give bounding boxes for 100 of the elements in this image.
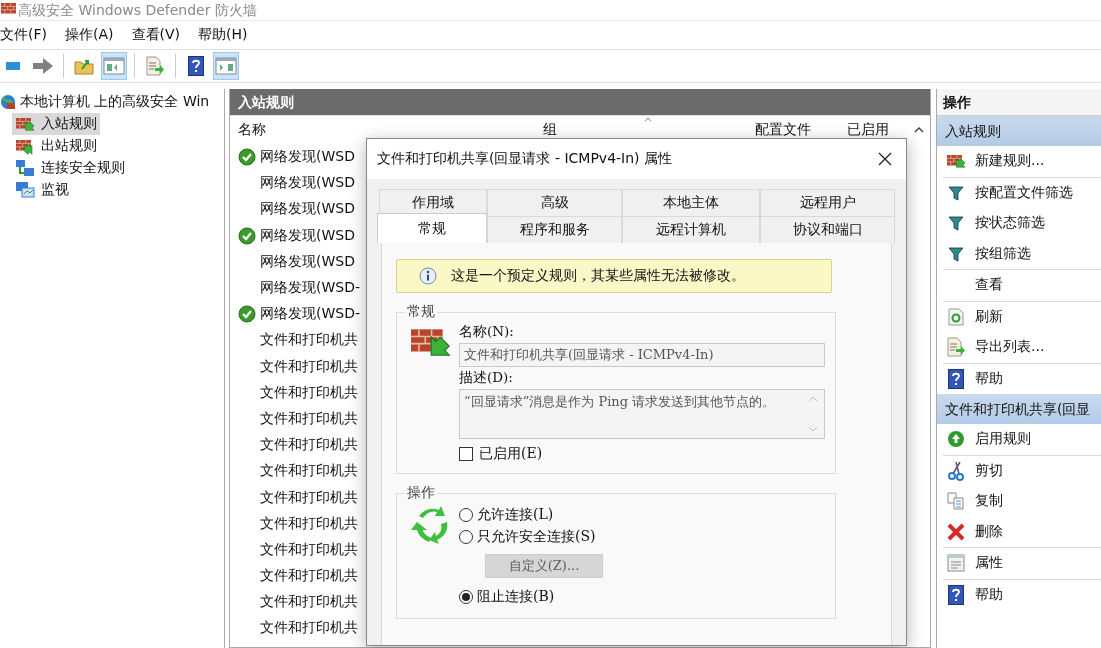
rule-name[interactable]: 网络发现(WSD xyxy=(260,174,355,193)
copy-icon xyxy=(947,492,965,511)
pane-header: 操作 xyxy=(937,89,1101,116)
rule-name[interactable]: 网络发现(WSD- xyxy=(260,305,361,324)
notice-text: 这是一个预定义规则，其某些属性无法被修改。 xyxy=(451,267,745,285)
rule-name[interactable]: 文件和打印机共 xyxy=(260,514,358,533)
filter-icon xyxy=(948,245,964,262)
monitor-icon xyxy=(15,181,35,199)
radio-button[interactable] xyxy=(459,530,473,544)
menu-item[interactable]: 文件(F) xyxy=(0,26,57,44)
action-link[interactable]: 复制 xyxy=(975,492,1003,511)
rule-name[interactable]: 文件和打印机共 xyxy=(260,436,358,455)
menu-item[interactable]: 查看(V) xyxy=(131,26,190,44)
rule-name[interactable]: 文件和打印机共 xyxy=(260,488,358,507)
section-header[interactable]: 文件和打印机共享(回显 xyxy=(937,394,1101,424)
action-link[interactable]: 查看 xyxy=(975,276,1003,295)
panel-icon xyxy=(215,57,237,75)
dialog-title: 文件和打印机共享(回显请求 - ICMPv4-In) 属性 xyxy=(377,150,672,168)
checkbox-label[interactable]: 已启用(E) xyxy=(479,445,543,463)
action-link[interactable]: 按状态筛选 xyxy=(975,214,1045,233)
rule-name[interactable]: 文件和打印机共 xyxy=(260,357,358,376)
rule-name[interactable]: 文件和打印机共 xyxy=(260,619,358,638)
window-title: 高级安全 Windows Defender 防火墙 xyxy=(18,1,257,19)
rule-name[interactable]: 网络发现(WSD- xyxy=(260,279,361,298)
rule-name[interactable]: 网络发现(WSD xyxy=(260,252,355,271)
tab[interactable]: 协议和端口 xyxy=(760,216,895,243)
forward-arrow-icon xyxy=(32,57,54,75)
rule-name[interactable]: 文件和打印机共 xyxy=(260,593,358,612)
pane-header: 入站规则 xyxy=(230,89,930,115)
radio-label[interactable]: 只允许安全连接(S) xyxy=(477,528,596,546)
column-header[interactable]: 已启用 xyxy=(839,121,908,139)
tab[interactable]: 高级 xyxy=(487,189,622,216)
radio-label[interactable]: 允许连接(L) xyxy=(477,506,554,524)
network-icon xyxy=(15,159,35,177)
action-link[interactable]: 导出列表... xyxy=(975,338,1045,357)
rule-name[interactable]: 网络发现(WSD xyxy=(260,226,355,245)
enable-icon xyxy=(947,430,965,449)
properties-icon xyxy=(947,554,965,573)
help-icon xyxy=(948,368,964,389)
scissors-icon xyxy=(948,460,964,481)
column-header[interactable]: 名称 xyxy=(230,121,535,139)
field-label: 名称(N): xyxy=(459,323,515,341)
tab[interactable]: 远程用户 xyxy=(760,189,895,216)
column-header[interactable]: 组 xyxy=(535,121,747,139)
tree-item[interactable]: 连接安全规则 xyxy=(12,157,128,179)
close-icon[interactable] xyxy=(878,152,892,166)
new-rule-icon xyxy=(946,152,966,171)
rule-name[interactable]: 网络发现(WSD xyxy=(260,200,355,219)
filter-icon xyxy=(948,215,964,232)
radio-button[interactable] xyxy=(459,508,473,522)
rule-name[interactable]: 文件和打印机共 xyxy=(260,331,358,350)
panel-icon xyxy=(103,57,125,75)
action-link[interactable]: 启用规则 xyxy=(975,430,1031,449)
globe-icon xyxy=(0,94,16,110)
section-header[interactable]: 入站规则 xyxy=(937,116,1101,146)
tab[interactable]: 程序和服务 xyxy=(487,216,622,243)
action-link[interactable]: 按配置文件筛选 xyxy=(975,183,1073,202)
action-link[interactable]: 属性 xyxy=(975,554,1003,573)
inbound-rules-icon xyxy=(15,115,35,133)
action-link[interactable]: 帮助 xyxy=(975,585,1003,604)
rule-name[interactable]: 文件和打印机共 xyxy=(260,567,358,586)
action-link[interactable]: 新建规则... xyxy=(975,152,1045,171)
action-link[interactable]: 删除 xyxy=(975,522,1003,541)
tree-item[interactable]: 监视 xyxy=(12,179,72,201)
delete-icon xyxy=(947,522,965,541)
tab[interactable]: 远程计算机 xyxy=(622,216,760,243)
scroll-up-icon[interactable] xyxy=(914,126,924,134)
action-link[interactable]: 剪切 xyxy=(975,461,1003,480)
checkbox[interactable] xyxy=(459,447,473,461)
tree-item[interactable]: 入站规则 xyxy=(12,113,100,135)
help-icon xyxy=(948,584,964,605)
action-link[interactable]: 帮助 xyxy=(975,369,1003,388)
rule-name[interactable]: 网络发现(WSD xyxy=(260,148,355,167)
tree-item[interactable]: 出站规则 xyxy=(12,135,100,157)
menu-item[interactable]: 操作(A) xyxy=(65,26,124,44)
menu-item[interactable]: 帮助(H) xyxy=(198,26,258,44)
rule-name[interactable]: 文件和打印机共 xyxy=(260,383,358,402)
tree-item[interactable]: 本地计算机 上的高级安全 Win xyxy=(20,93,210,111)
group-label: 常规 xyxy=(406,303,436,321)
name-field[interactable]: 文件和打印机共享(回显请求 - ICMPv4-In) xyxy=(459,343,825,367)
radio-button[interactable] xyxy=(459,590,473,604)
info-icon xyxy=(419,267,437,285)
action-link[interactable]: 按组筛选 xyxy=(975,244,1031,263)
rule-name[interactable]: 文件和打印机共 xyxy=(260,540,358,559)
sort-caret-icon xyxy=(644,116,652,122)
help-icon xyxy=(188,56,204,76)
tab[interactable]: 本地主体 xyxy=(622,189,760,216)
export-list-icon xyxy=(145,56,165,76)
radio-label[interactable]: 阻止连接(B) xyxy=(477,588,555,606)
rule-name[interactable]: 文件和打印机共 xyxy=(260,462,358,481)
action-link[interactable]: 刷新 xyxy=(975,307,1003,326)
filter-icon xyxy=(948,184,964,201)
outbound-rules-icon xyxy=(15,137,35,155)
rule-name[interactable]: 文件和打印机共 xyxy=(260,409,358,428)
field-label: 描述(D): xyxy=(459,369,514,387)
column-header[interactable]: 配置文件 xyxy=(747,121,839,139)
folder-icon xyxy=(74,57,94,75)
export-list-icon xyxy=(946,337,966,358)
group-label: 操作 xyxy=(406,484,436,502)
tab[interactable]: 常规 xyxy=(377,213,487,243)
